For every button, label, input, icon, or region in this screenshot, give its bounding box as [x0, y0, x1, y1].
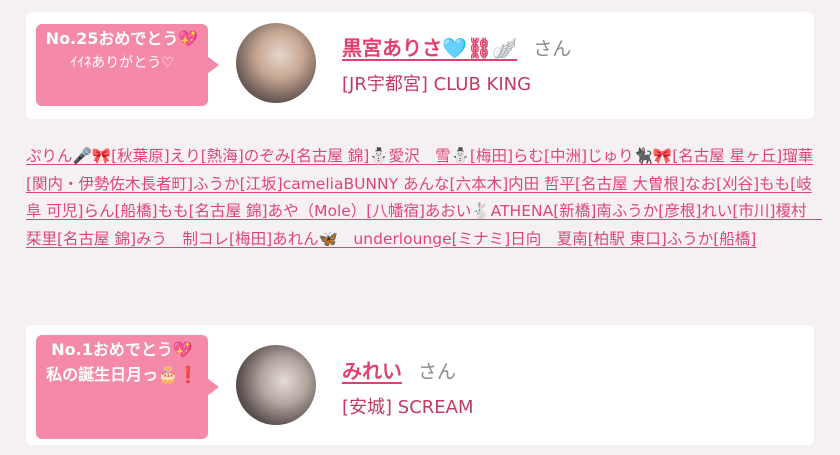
shop-name: SCREAM [397, 397, 474, 418]
ranking-card: No.1おめでとう💖 私の誕生日月っ🎂❗️ みれい さん [安城] SCREAM [26, 325, 814, 445]
badge-line1: No.1おめでとう💖 [51, 340, 193, 359]
badge-line1: No.25おめでとう💖 [45, 29, 199, 48]
cast-name-link[interactable]: 黒宮ありさ🩵⛓🪽 [342, 36, 517, 60]
shop-area: [JR宇都宮] [342, 74, 428, 95]
honorific: さん [533, 38, 572, 60]
badge-line2: ｲｲﾈありがとう♡ [70, 55, 174, 71]
ranking-card: No.25おめでとう💖 ｲｲﾈありがとう♡ 黒宮ありさ🩵⛓🪽 さん [JR宇都宮]… [26, 12, 814, 119]
shop-info: [安城] SCREAM [342, 393, 474, 419]
name-row: みれい さん [342, 355, 456, 384]
avatar[interactable] [236, 345, 316, 425]
rank-badge: No.25おめでとう💖 ｲｲﾈありがとう♡ [36, 24, 219, 106]
cast-name-link[interactable]: みれい [342, 359, 402, 383]
avatar[interactable] [236, 23, 316, 103]
voter-list: ぷりん🎤🎀[秋葉原]えり[熱海]のぞみ[名古屋 錦]⛄愛沢 雪⛄[梅田]らむ[中… [26, 143, 822, 253]
shop-info: [JR宇都宮] CLUB KING [342, 70, 531, 96]
voter-links[interactable]: ぷりん🎤🎀[秋葉原]えり[熱海]のぞみ[名古屋 錦]⛄愛沢 雪⛄[梅田]らむ[中… [26, 147, 822, 248]
honorific: さん [418, 361, 457, 383]
name-row: 黒宮ありさ🩵⛓🪽 さん [342, 32, 571, 61]
badge-line2: 私の誕生日月っ🎂❗️ [46, 365, 198, 384]
rank-badge: No.1おめでとう💖 私の誕生日月っ🎂❗️ [36, 335, 219, 439]
shop-name: CLUB KING [433, 74, 532, 95]
shop-area: [安城] [342, 397, 393, 418]
